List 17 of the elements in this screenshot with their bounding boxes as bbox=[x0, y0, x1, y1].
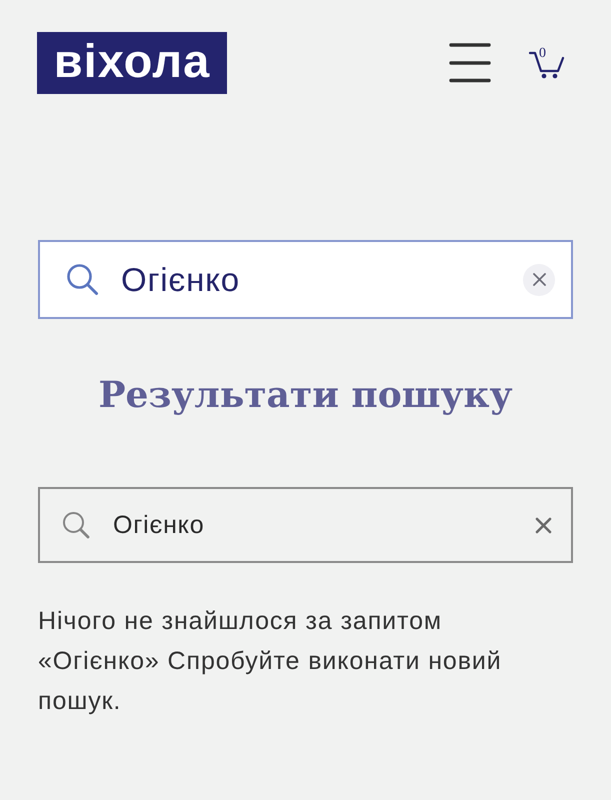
cart-icon bbox=[529, 49, 565, 79]
page-title: Результати пошуку bbox=[97, 373, 514, 418]
search-field[interactable]: Огієнко bbox=[113, 510, 533, 540]
search-field[interactable]: Огієнко bbox=[121, 260, 523, 298]
logo[interactable]: віхола bbox=[37, 32, 227, 94]
close-icon bbox=[532, 273, 546, 286]
search-icon bbox=[66, 263, 99, 296]
clear-button[interactable] bbox=[523, 264, 555, 296]
no-results-message: Нічого не знайшлося за запитом «Огієнко» Спробуйте виконати новий пошук. bbox=[38, 606, 503, 717]
search-bar[interactable]: Огієнко bbox=[38, 487, 573, 563]
search-icon bbox=[62, 511, 90, 539]
clear-button[interactable] bbox=[533, 515, 553, 535]
cart-count: 0 bbox=[539, 46, 546, 62]
search-bar[interactable]: Огієнко bbox=[38, 240, 573, 319]
cart-button[interactable]: 0 bbox=[529, 49, 565, 79]
menu-icon[interactable] bbox=[449, 43, 491, 83]
close-icon bbox=[534, 516, 552, 534]
